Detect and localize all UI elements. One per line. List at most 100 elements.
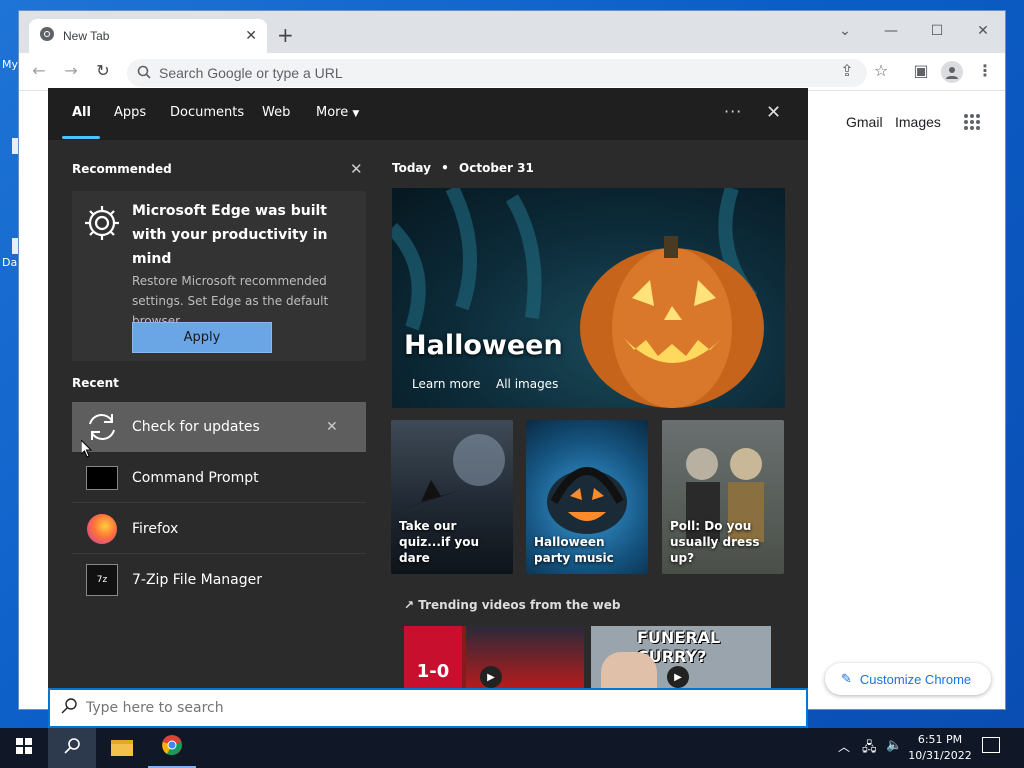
share-icon[interactable]: ⇪ [835,61,859,80]
play-icon: ▶ [667,666,689,688]
maximize-button[interactable]: ☐ [923,17,951,45]
dismiss-recommended-icon[interactable]: ✕ [350,160,363,178]
command-prompt-icon [72,465,132,490]
chrome-favicon-icon [39,26,55,46]
video-thumbnail-football[interactable]: 1-0 ▶ [404,626,584,688]
close-window-button[interactable]: ✕ [969,17,997,45]
windows-logo-icon [16,738,32,758]
recommended-heading: Recommended [72,162,172,176]
bullet-separator: • [441,161,449,175]
recent-item-firefox[interactable]: Firefox [72,504,366,554]
apply-button[interactable]: Apply [132,322,272,353]
recent-item-label: 7-Zip File Manager [132,572,263,588]
close-tab-icon[interactable]: ✕ [245,28,257,44]
video-thumbnail-funeral-curry[interactable]: FUNERAL CURRY? ▶ [591,626,771,688]
tab-apps[interactable]: Apps [114,105,146,120]
today-date: Today • October 31 [392,161,534,175]
pencil-icon: ✎ [841,671,852,686]
tab-title: New Tab [63,29,110,43]
search-icon [63,737,81,759]
firefox-icon [72,513,132,544]
taskbar-file-explorer[interactable] [98,728,146,768]
desktop-icon-label[interactable]: Da [2,256,17,269]
side-panel-icon[interactable]: ▣ [909,61,933,80]
search-panel: All Apps Documents Web More ▼ ··· ✕ Reco… [48,88,808,688]
tab-new-tab[interactable]: New Tab ✕ [29,19,267,53]
clock-time: 6:51 PM [917,733,963,746]
play-icon: ▶ [480,666,502,688]
gear-icon [82,203,122,247]
tile-caption: Take our quiz...if you dare [399,519,480,565]
address-bar[interactable]: Search Google or type a URL [127,59,867,87]
recent-heading: Recent [72,376,119,390]
all-images-link[interactable]: All images [496,377,558,391]
tab-more[interactable]: More ▼ [316,105,359,120]
hero-title: Halloween [404,330,563,361]
search-input[interactable] [86,700,766,716]
folder-icon [111,740,133,756]
customize-chrome-button[interactable]: ✎ Customize Chrome [825,663,991,695]
profile-avatar[interactable] [941,61,963,83]
forward-icon[interactable]: → [59,61,83,80]
chrome-menu-icon[interactable]: ⋮ [973,61,997,80]
video-overlay-text: FUNERAL CURRY? [637,628,721,666]
recent-item-7zip[interactable]: 7z 7-Zip File Manager [72,555,366,605]
trending-icon: ↗ [404,598,415,612]
date-label: October 31 [459,161,534,175]
search-icon [137,64,151,83]
trending-heading: ↗ Trending videos from the web [404,598,620,612]
address-placeholder: Search Google or type a URL [159,65,343,81]
clock-date: 10/31/2022 [908,749,972,762]
apps-grid-icon[interactable] [963,113,981,135]
notification-icon[interactable] [982,737,1000,753]
refresh-icon [72,410,132,444]
halloween-hero-card[interactable]: Halloween Learn more All images [392,188,785,408]
close-panel-icon[interactable]: ✕ [766,102,781,123]
back-icon[interactable]: ← [27,61,51,80]
7zip-icon: 7z [72,564,132,596]
tile-poll[interactable]: Poll: Do you usually dress up? [662,420,784,574]
bookmark-star-icon[interactable]: ☆ [869,61,893,80]
today-label: Today [392,161,431,175]
minimize-button[interactable]: — [877,17,905,45]
tile-party-music[interactable]: Halloween party music [526,420,648,574]
new-tab-button[interactable]: + [277,25,294,45]
tab-documents[interactable]: Documents [170,105,244,120]
recent-item-check-for-updates[interactable]: Check for updates ✕ [72,402,366,452]
taskbar-search-box[interactable] [48,688,808,728]
tab-search-icon[interactable]: ⌄ [831,17,859,45]
network-icon[interactable]: 🖧 [862,738,877,760]
images-link[interactable]: Images [895,114,941,130]
recent-item-label: Command Prompt [132,469,259,486]
tab-web[interactable]: Web [262,105,290,120]
tile-caption: Halloween party music [534,535,614,565]
volume-icon[interactable]: 🔈 [886,738,902,753]
video-image [601,652,657,688]
tile-quiz[interactable]: Take our quiz...if you dare [391,420,513,574]
learn-more-link[interactable]: Learn more [412,377,480,391]
taskbar-clock[interactable]: 6:51 PM 10/31/2022 [906,732,974,764]
reload-icon[interactable]: ↻ [91,61,115,80]
search-panel-header [48,88,808,140]
taskbar-chrome[interactable] [148,728,196,768]
taskbar-search-button[interactable] [48,728,96,768]
active-tab-indicator [62,136,100,139]
show-hidden-icons[interactable]: ︿ [838,738,850,755]
start-button[interactable] [0,728,48,768]
caret-down-icon: ▼ [352,109,360,119]
desktop-icon-label[interactable]: My [2,58,18,71]
mouse-cursor-icon [80,438,93,462]
recent-item-command-prompt[interactable]: Command Prompt [72,453,366,503]
card-title: Microsoft Edge was built with your produ… [132,203,328,267]
tab-more-label: More [316,105,349,120]
more-options-icon[interactable]: ··· [724,102,742,121]
chrome-icon [161,734,183,760]
tab-all[interactable]: All [72,105,91,120]
gmail-link[interactable]: Gmail [846,114,883,130]
pumpkin-image [392,188,764,408]
recent-item-label: Check for updates [132,419,260,435]
trending-label: Trending videos from the web [418,598,621,612]
video-overlay-text: 1-0 [404,626,462,688]
remove-recent-icon[interactable]: ✕ [326,419,366,435]
customize-chrome-label: Customize Chrome [859,671,972,687]
